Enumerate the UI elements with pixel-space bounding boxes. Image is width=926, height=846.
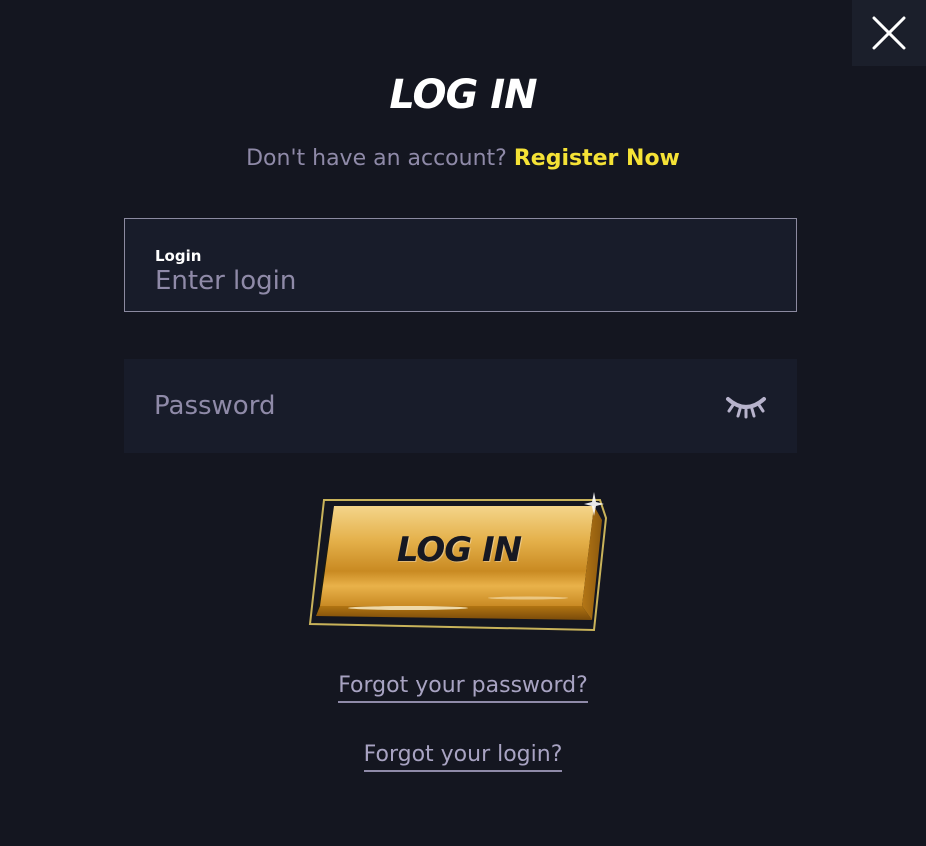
- password-field[interactable]: [124, 359, 797, 453]
- register-now-link[interactable]: Register Now: [514, 146, 680, 171]
- login-input[interactable]: [155, 263, 755, 299]
- login-field[interactable]: Login: [124, 218, 797, 312]
- forgot-login-link[interactable]: Forgot your login?: [363, 742, 563, 772]
- page-title: LOG IN: [389, 72, 537, 118]
- close-icon: [872, 16, 906, 50]
- login-submit-label: LOG IN: [396, 530, 522, 570]
- close-button[interactable]: [852, 0, 926, 66]
- register-prompt-text: Don't have an account?: [246, 146, 507, 171]
- forgot-login-row: Forgot your login?: [0, 742, 926, 772]
- register-prompt-line: Don't have an account? Register Now: [0, 146, 926, 171]
- forgot-password-link[interactable]: Forgot your password?: [338, 673, 588, 703]
- login-submit-button[interactable]: LOG IN: [308, 490, 610, 635]
- forgot-password-row: Forgot your password?: [0, 673, 926, 703]
- login-modal: LOG IN Don't have an account? Register N…: [0, 0, 926, 846]
- password-input[interactable]: [154, 388, 714, 424]
- eye-closed-icon[interactable]: [725, 395, 767, 419]
